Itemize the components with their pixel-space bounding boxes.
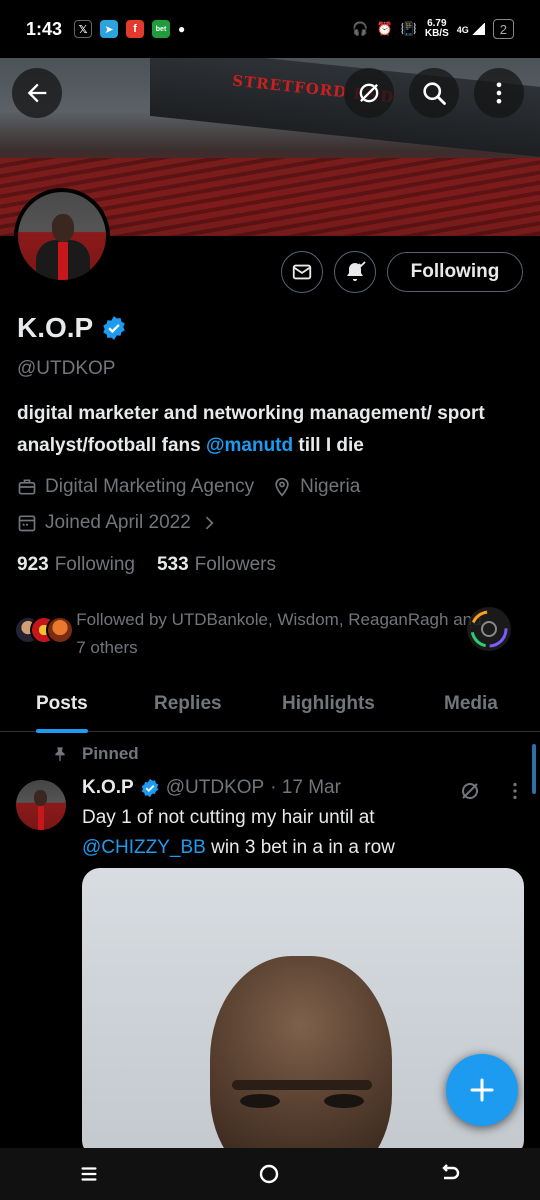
chevron-right-icon: [205, 516, 214, 530]
verified-badge-icon: [141, 778, 158, 798]
post-mention-link[interactable]: @CHIZZY_BB: [82, 837, 206, 858]
profile-tabs: Posts Replies Highlights Media: [0, 676, 540, 733]
profile-name: K.O.P: [17, 312, 94, 343]
followed-by-text: Followed by UTDBankole, Wisdom, ReaganRa…: [76, 610, 482, 657]
home-icon[interactable]: [257, 1162, 281, 1186]
post-author-avatar[interactable]: [16, 780, 66, 830]
battery-indicator: 2: [492, 19, 514, 39]
more-vertical-icon: [496, 82, 502, 104]
post-header: K.O.P @UTDKOP · 17 Mar: [82, 777, 341, 799]
grok-icon[interactable]: [458, 779, 482, 803]
mail-icon: [292, 264, 312, 280]
betting-app-icon: bet: [152, 20, 171, 38]
profile-name-row: K.O.P: [17, 312, 127, 344]
back-icon[interactable]: [438, 1162, 462, 1186]
more-options-button[interactable]: [474, 68, 524, 118]
status-bar: 1:43 𝕏 ➤ f bet ● 🎧 ⏰ 📳 6.79 KB/S 4G 2: [0, 0, 540, 58]
screen-recorder-icon[interactable]: [462, 602, 516, 656]
briefcase-icon: [18, 479, 36, 495]
post-more-icon[interactable]: [504, 779, 526, 803]
followers-you-know-avatars: [14, 616, 76, 652]
post-text[interactable]: Day 1 of not cutting my hair until at @C…: [82, 803, 502, 863]
follow-counts: 923 Following 533 Followers: [17, 554, 276, 576]
system-navigation-bar: [0, 1148, 540, 1200]
tab-media[interactable]: Media: [444, 676, 498, 732]
x-app-icon: 𝕏: [74, 20, 93, 38]
status-time: 1:43: [26, 18, 63, 39]
bio-mention-link[interactable]: @manutd: [206, 435, 293, 456]
avatar: [46, 616, 74, 644]
message-button[interactable]: [281, 251, 323, 293]
profile-handle: @UTDKOP: [17, 358, 116, 379]
verified-badge-icon[interactable]: [101, 315, 127, 341]
tab-posts[interactable]: Posts: [36, 676, 88, 733]
profile-meta-row: Digital Marketing Agency Nigeria: [17, 476, 360, 498]
grok-icon: [359, 83, 379, 103]
search-icon: [423, 82, 446, 105]
followed-by[interactable]: Followed by UTDBankole, Wisdom, ReaganRa…: [14, 606, 494, 662]
profile-bio: digital marketer and networking manageme…: [17, 403, 485, 456]
scroll-indicator[interactable]: [532, 744, 536, 794]
post-author-name[interactable]: K.O.P: [82, 777, 134, 799]
profile-avatar[interactable]: [14, 188, 110, 284]
search-button[interactable]: [409, 68, 459, 118]
headphones-icon: 🎧: [352, 21, 369, 36]
bell-check-icon: [347, 261, 366, 281]
profile-joined-row[interactable]: Joined April 2022: [17, 512, 227, 534]
pinned-label-row: Pinned: [52, 744, 139, 764]
profile-joined: Joined April 2022: [45, 512, 191, 533]
notifications-button[interactable]: [334, 251, 376, 293]
pin-icon: [55, 747, 65, 762]
profile-category: Digital Marketing Agency: [45, 476, 255, 497]
following-button[interactable]: Following: [387, 252, 523, 292]
location-pin-icon: [275, 477, 289, 497]
grok-button[interactable]: [344, 68, 394, 118]
plus-icon: [470, 1078, 494, 1102]
recent-apps-icon[interactable]: [78, 1163, 100, 1185]
post-author-handle: @UTDKOP: [165, 777, 265, 798]
calendar-icon: [18, 515, 36, 532]
signal-icon: 4G: [457, 23, 485, 35]
vibrate-icon: 📳: [400, 21, 417, 36]
followers-count-link[interactable]: 533 Followers: [157, 554, 276, 576]
tab-replies[interactable]: Replies: [154, 676, 222, 732]
more-notifications-dot-icon: ●: [178, 22, 186, 36]
back-button[interactable]: [12, 68, 62, 118]
compose-post-button[interactable]: [446, 1054, 518, 1126]
profile-location: Nigeria: [300, 476, 361, 497]
following-count-link[interactable]: 923 Following: [17, 554, 135, 576]
back-arrow-icon: [27, 83, 47, 103]
telegram-icon: ➤: [100, 20, 119, 38]
tab-highlights[interactable]: Highlights: [282, 676, 375, 732]
network-speed: 6.79 KB/S: [424, 18, 449, 39]
post-date: · 17 Mar: [270, 777, 341, 798]
app-notification-icon: f: [126, 20, 145, 38]
alarm-icon: ⏰: [376, 21, 393, 36]
